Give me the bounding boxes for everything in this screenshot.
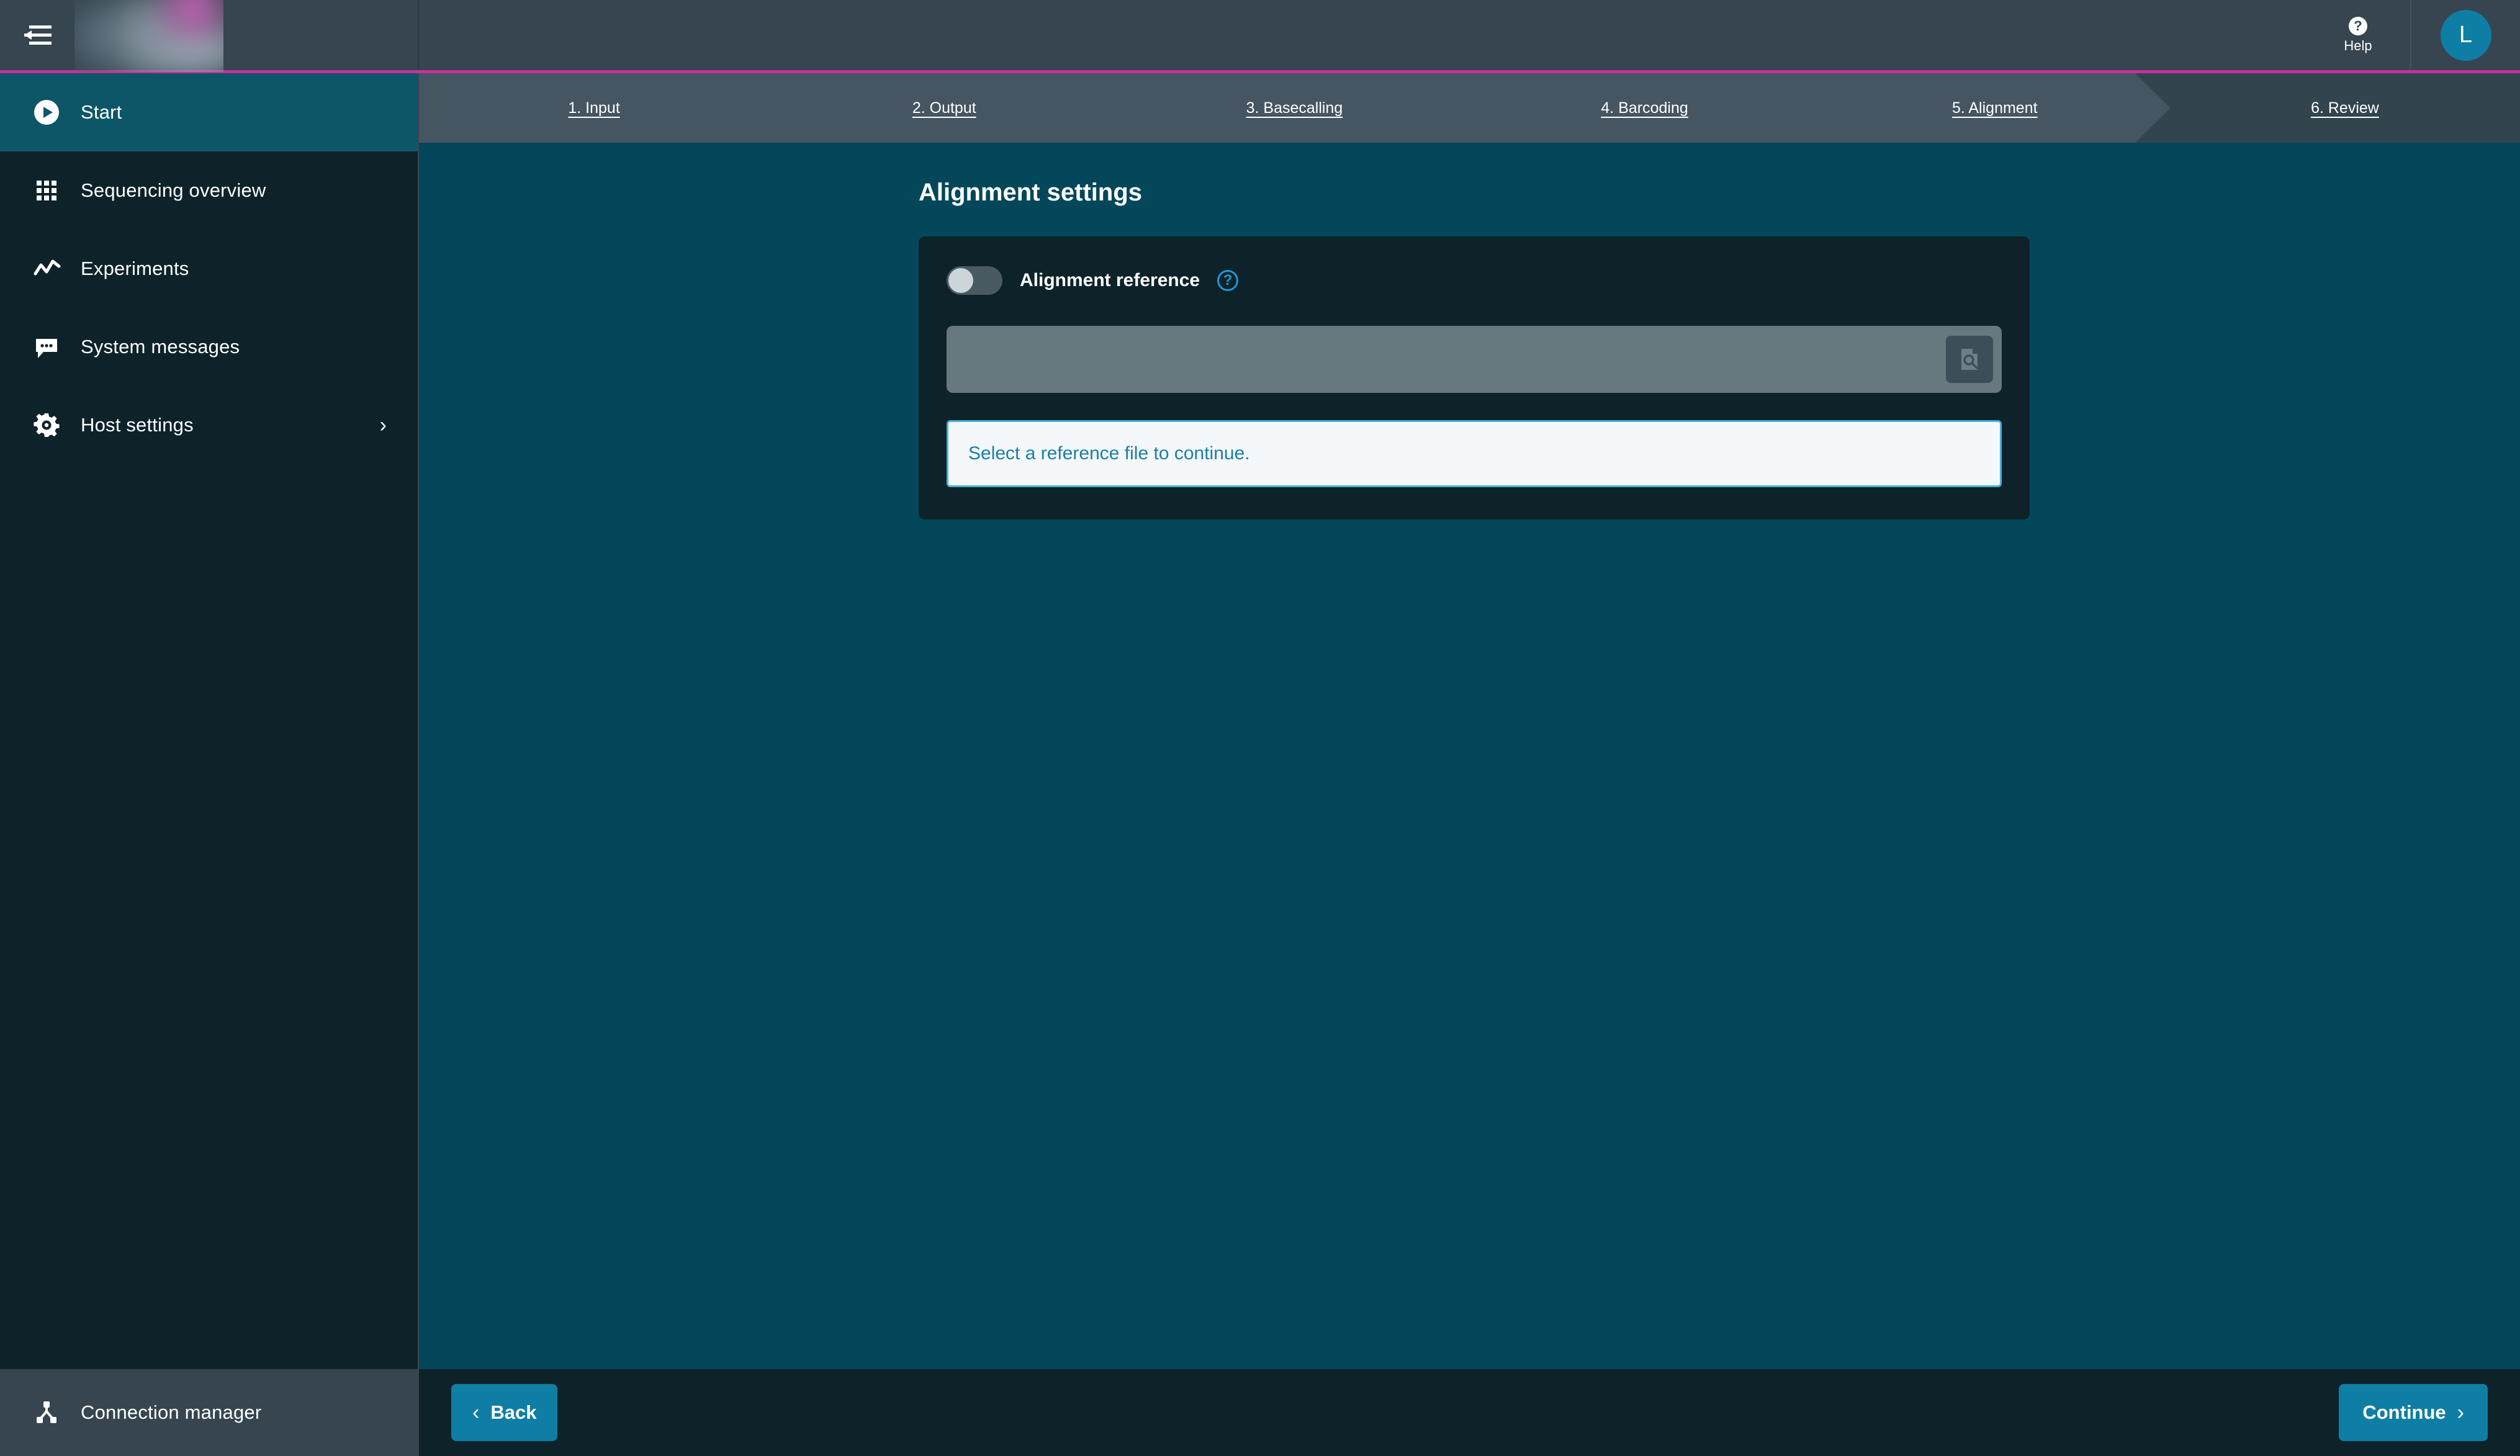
sidebar: Start Sequencing overview Experiments Sy… [0,73,419,1456]
sidebar-item-label: Host settings [81,414,194,436]
step-link[interactable]: 1. Input [568,99,619,117]
toggle-knob [948,268,973,293]
step-link[interactable]: 2. Output [912,99,976,117]
step-4-barcoding[interactable]: 4. Barcoding [1470,73,1820,143]
alignment-settings-card: Alignment reference ? Select a reference… [919,236,2030,519]
step-5-alignment[interactable]: 5. Alignment [1820,73,2170,143]
main-content: Alignment settings Alignment reference ? [419,143,2520,1369]
application-window: ? Help L Start Sequencing overview Exper… [0,0,2520,1456]
grid-icon [22,177,81,204]
step-1-input[interactable]: 1. Input [419,73,769,143]
play-circle-icon [22,99,81,126]
wizard-footer: ‹ Back Continue › [419,1369,2520,1456]
reference-required-alert: Select a reference file to continue. [947,420,2002,487]
content-inner: Alignment settings Alignment reference ? [919,179,2030,519]
top-bar: ? Help L [0,0,2520,73]
chevron-left-icon: ‹ [472,1401,480,1424]
sidebar-item-label: Start [81,101,122,123]
body-wrapper: Start Sequencing overview Experiments Sy… [0,73,2520,1456]
gear-icon [22,411,81,439]
sidebar-item-label: Sequencing overview [81,179,266,201]
network-node-icon [22,1399,81,1426]
sidebar-item-label: Experiments [81,258,189,279]
step-2-output[interactable]: 2. Output [769,73,1119,143]
line-chart-icon [22,255,81,282]
sidebar-footer-label: Connection manager [81,1401,262,1423]
question-circle-icon[interactable]: ? [1217,270,1239,291]
speech-bubble-icon [22,333,81,361]
continue-button-label: Continue [2362,1401,2446,1423]
sidebar-nav-list: Start Sequencing overview Experiments Sy… [0,73,418,1369]
sidebar-item-experiments[interactable]: Experiments [0,230,418,308]
alignment-reference-toggle[interactable] [947,266,1002,295]
sidebar-item-system-messages[interactable]: System messages [0,308,418,386]
page-title: Alignment settings [919,179,1143,206]
top-bar-brand-area [0,0,419,72]
sidebar-item-label: System messages [81,336,240,357]
reference-file-field[interactable] [947,326,2002,393]
chevron-right-icon: › [379,413,387,437]
main-column: 1. Input 2. Output 3. Basecalling 4. Bar… [419,73,2520,1456]
continue-button[interactable]: Continue › [2339,1384,2488,1441]
help-button[interactable]: ? Help [2306,0,2411,70]
reference-file-input[interactable] [964,326,1946,393]
alignment-reference-label: Alignment reference [1020,270,1200,290]
help-icon: ? [2349,16,2367,35]
collapse-sidebar-icon [23,24,52,47]
browse-reference-file-button[interactable] [1946,336,1993,383]
file-search-icon [1956,346,1982,372]
step-link[interactable]: 3. Basecalling [1246,99,1343,117]
wizard-step-bar: 1. Input 2. Output 3. Basecalling 4. Bar… [419,73,2520,143]
chevron-right-icon: › [2457,1401,2464,1424]
back-button[interactable]: ‹ Back [451,1384,558,1441]
sidebar-item-connection-manager[interactable]: Connection manager [0,1369,418,1456]
help-label: Help [2344,37,2372,53]
alert-text: Select a reference file to continue. [968,443,1250,464]
step-link[interactable]: 4. Barcoding [1601,99,1688,117]
brand-logo [74,0,223,72]
step-link[interactable]: 6. Review [2311,99,2379,117]
collapse-sidebar-button[interactable] [0,0,74,70]
step-6-review[interactable]: 6. Review [2169,73,2520,143]
sidebar-item-start[interactable]: Start [0,73,418,151]
back-button-label: Back [490,1401,537,1423]
step-3-basecalling[interactable]: 3. Basecalling [1119,73,1469,143]
alignment-reference-row: Alignment reference ? [947,266,2002,295]
sidebar-item-host-settings[interactable]: Host settings › [0,386,418,464]
user-avatar-area: L [2411,0,2520,70]
step-link[interactable]: 5. Alignment [1952,99,2038,117]
sidebar-item-sequencing-overview[interactable]: Sequencing overview [0,151,418,230]
avatar[interactable]: L [2440,9,2491,61]
